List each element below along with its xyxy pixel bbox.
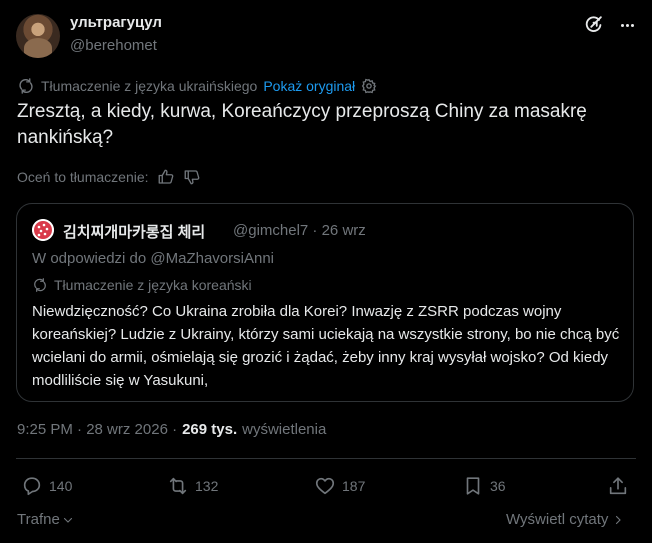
rate-label: Oceń to tłumaczenie: bbox=[17, 169, 149, 185]
quoted-author-handle-time[interactable]: @gimchel7 · 26 wrz bbox=[233, 222, 366, 239]
view-quotes-link[interactable]: Wyświetl cytaty bbox=[506, 511, 624, 528]
heart-icon bbox=[315, 477, 335, 495]
sort-label: Trafne bbox=[17, 511, 60, 528]
repost-button[interactable]: 132 bbox=[167, 473, 218, 499]
view-quotes-label: Wyświetl cytaty bbox=[506, 511, 609, 528]
thumbs-down-icon[interactable] bbox=[183, 168, 201, 186]
settings-gear-icon[interactable] bbox=[361, 78, 377, 94]
repost-count: 132 bbox=[195, 478, 219, 494]
author-avatar[interactable] bbox=[16, 14, 60, 58]
show-original-link[interactable]: Pokaż oryginał bbox=[263, 78, 355, 94]
chevron-right-icon bbox=[616, 515, 622, 524]
quoted-translation-label: Tłumaczenie z języka koreański bbox=[54, 277, 252, 293]
grok-icon[interactable] bbox=[583, 14, 605, 36]
views-count: 269 tys. bbox=[182, 421, 238, 438]
quoted-tweet-card[interactable]: 김치찌개마카롱집 체리 @gimchel7 · 26 wrz W odpowie… bbox=[16, 203, 634, 402]
tweet-text: Zresztą, a kiedy, kurwa, Koreańczycy prz… bbox=[17, 101, 587, 148]
rate-translation-row: Oceń to tłumaczenie: bbox=[17, 167, 201, 187]
reply-icon bbox=[23, 477, 41, 496]
like-count: 187 bbox=[342, 478, 366, 494]
reply-sort-dropdown[interactable]: Trafne bbox=[17, 511, 74, 528]
repost-icon bbox=[169, 477, 187, 495]
quoted-reply-to: W odpowiedzi do @MaZhavorsiAnni bbox=[32, 250, 274, 267]
quoted-tweet-text: Niewdzięczność? Co Ukraina zrobiła dla K… bbox=[32, 303, 620, 389]
translate-icon bbox=[34, 278, 46, 292]
quoted-translation-row: Tłumaczenie z języka koreański bbox=[32, 277, 252, 293]
tweet-meta: 9:25 PM · 28 wrz 2026 · 269 tys. wyświet… bbox=[17, 421, 326, 438]
share-button[interactable] bbox=[607, 473, 629, 499]
tweet-timestamp[interactable]: 9:25 PM · 28 wrz 2026 · bbox=[17, 421, 177, 438]
more-options-icon[interactable] bbox=[617, 14, 637, 36]
reply-button[interactable]: 140 bbox=[21, 473, 72, 499]
author-display-name[interactable]: ультрагуцул bbox=[70, 14, 162, 31]
bookmark-button[interactable]: 36 bbox=[462, 473, 506, 499]
divider bbox=[16, 458, 636, 459]
translation-row: Tłumaczenie z języka ukraińskiego Pokaż … bbox=[17, 76, 377, 96]
reply-count: 140 bbox=[49, 478, 73, 494]
views-label: wyświetlenia bbox=[242, 421, 327, 438]
share-icon bbox=[609, 477, 627, 495]
translate-icon bbox=[19, 78, 33, 94]
bookmark-icon bbox=[466, 477, 480, 495]
quoted-author-name[interactable]: 김치찌개마카롱집 체리 bbox=[63, 221, 205, 242]
translation-label: Tłumaczenie z języka ukraińskiego bbox=[41, 78, 258, 94]
bookmark-count: 36 bbox=[490, 478, 506, 494]
quoted-author-avatar[interactable] bbox=[32, 219, 54, 241]
thumbs-up-icon[interactable] bbox=[157, 168, 175, 186]
like-button[interactable]: 187 bbox=[314, 473, 365, 499]
chevron-down-icon bbox=[63, 517, 72, 523]
author-handle[interactable]: @berehomet bbox=[70, 37, 157, 54]
